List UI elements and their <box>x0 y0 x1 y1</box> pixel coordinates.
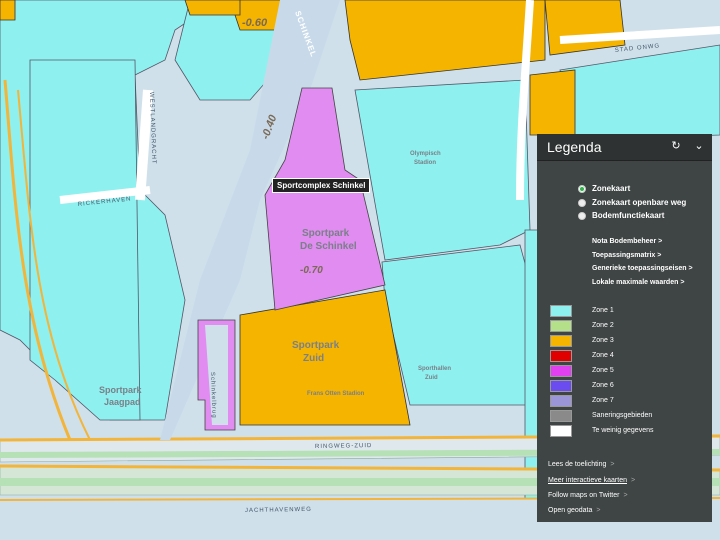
link-toepassingsmatrix[interactable]: Toepassingsmatrix > <box>592 252 661 259</box>
chevron-right-icon: > <box>630 477 636 484</box>
link-generieke-toepassingseisen[interactable]: Generieke toepassingseisen > <box>592 265 693 272</box>
label-sportpark-zuid-2: Zuid <box>303 353 324 364</box>
label-olympisch-1: Olympisch <box>410 151 441 157</box>
zone-label: Zone 4 <box>592 352 614 359</box>
label-sporthallen-2: Zuid <box>425 375 438 381</box>
value-center: -0.70 <box>300 265 323 276</box>
maptype-label: Bodemfunctiekaart <box>592 211 665 220</box>
zone-swatch <box>550 350 572 362</box>
radio-icon[interactable] <box>578 199 586 207</box>
label-sportpark-jaagpad-1: Sportpark <box>99 385 143 395</box>
zone-swatch <box>550 425 572 437</box>
street-ringweg-zuid: RINGWEG-ZUID <box>315 443 372 450</box>
footer-label: Follow maps on Twitter <box>548 492 620 499</box>
label-sportpark-schinkel-2: De Schinkel <box>300 241 357 252</box>
label-sportpark-jaagpad-2: Jaagpad <box>104 397 141 407</box>
label-frans-otten: Frans Otten Stadion <box>307 391 365 397</box>
link-follow-twitter[interactable]: Follow maps on Twitter > <box>548 492 628 499</box>
chevron-right-icon: > <box>596 507 601 514</box>
zone-label: Saneringsgebieden <box>592 412 653 419</box>
chevron-down-icon[interactable]: ⌄ <box>692 139 706 153</box>
legend-title: Legenda <box>547 139 602 155</box>
label-sporthallen-1: Sporthallen <box>418 366 451 372</box>
zone-label: Zone 7 <box>592 397 614 404</box>
footer-label: Meer interactieve kaarten <box>548 477 627 484</box>
chevron-right-icon: > <box>610 461 615 468</box>
label-sportpark-schinkel-1: Sportpark <box>302 228 350 239</box>
zone-label: Zone 2 <box>592 322 614 329</box>
value-top: -0.60 <box>242 17 268 29</box>
zone-swatch <box>550 320 572 332</box>
zone-swatch <box>550 380 572 392</box>
zone-swatch <box>550 335 572 347</box>
link-lees-toelichting[interactable]: Lees de toelichting > <box>548 461 614 468</box>
map-tooltip: Sportcomplex Schinkel <box>272 178 371 193</box>
zone-swatch <box>550 305 572 317</box>
link-open-geodata[interactable]: Open geodata > <box>548 507 600 514</box>
radio-icon[interactable] <box>578 185 586 193</box>
street-jachthavenweg: JACHTHAVENWEG <box>245 507 312 514</box>
footer-label: Lees de toelichting <box>548 461 607 468</box>
zone-swatch <box>550 365 572 377</box>
chevron-right-icon: > <box>623 492 628 499</box>
zone-label: Zone 1 <box>592 307 614 314</box>
link-lokale-maximale-waarden[interactable]: Lokale maximale waarden > <box>592 279 684 286</box>
zone-label: Te weinig gegevens <box>592 427 654 434</box>
maptype-label: Zonekaart <box>592 184 631 193</box>
link-nota-bodembeheer[interactable]: Nota Bodembeheer > <box>592 238 662 245</box>
maptype-label: Zonekaart openbare weg <box>592 198 687 207</box>
link-meer-interactieve-kaarten[interactable]: Meer interactieve kaarten > <box>548 477 635 484</box>
footer-label: Open geodata <box>548 507 593 514</box>
legend-panel: Legenda ↻ ⌄ Zonekaart Zonekaart openbare… <box>537 134 712 522</box>
legend-header: Legenda ↻ ⌄ <box>537 134 712 161</box>
radio-icon[interactable] <box>578 212 586 220</box>
zone-label: Zone 5 <box>592 367 614 374</box>
zone-swatch <box>550 410 572 422</box>
label-sportpark-zuid-1: Sportpark <box>292 340 340 351</box>
zone-label: Zone 3 <box>592 337 614 344</box>
zone-label: Zone 6 <box>592 382 614 389</box>
label-olympisch-2: Stadion <box>414 160 436 166</box>
zone-swatch <box>550 395 572 407</box>
refresh-icon[interactable]: ↻ <box>669 139 683 153</box>
